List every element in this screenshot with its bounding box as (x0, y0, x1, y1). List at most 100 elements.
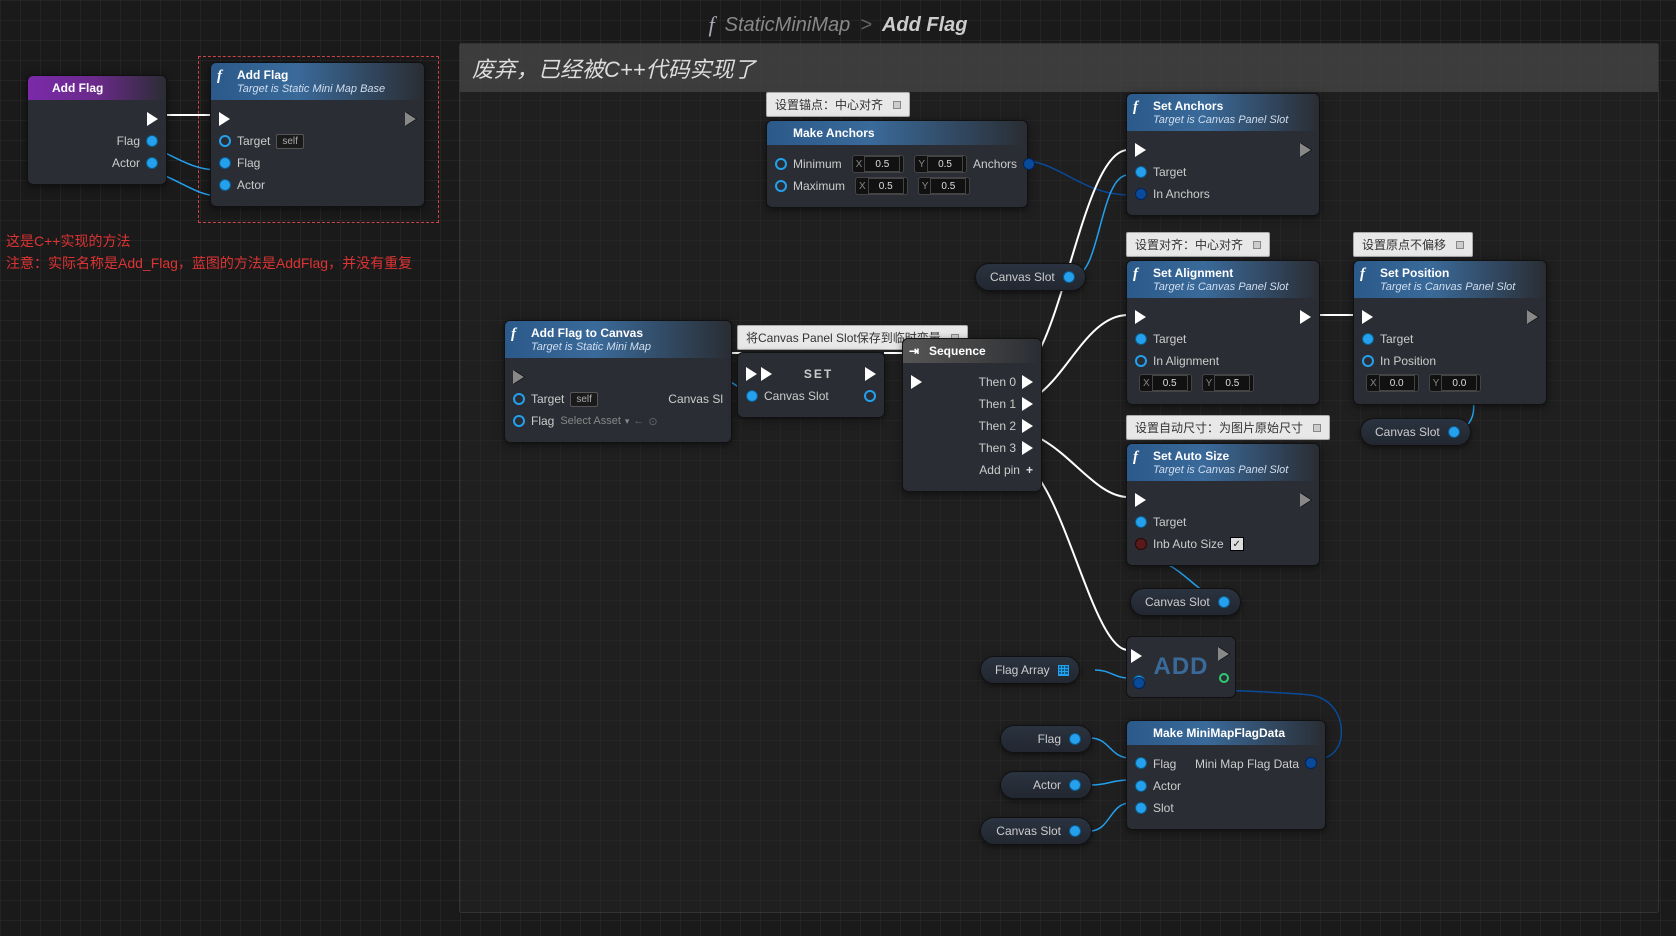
exec-out[interactable] (1527, 310, 1538, 324)
pin-target[interactable]: Target (1135, 163, 1311, 181)
pin-flag[interactable]: Flag (219, 154, 416, 172)
var-flag[interactable]: Flag (1000, 725, 1092, 753)
exec-in[interactable] (1362, 310, 1373, 324)
pin-actor[interactable]: Actor (36, 154, 158, 172)
pin-out[interactable]: Mini Map Flag Data (1195, 757, 1317, 771)
pin-then3[interactable]: Then 3 (911, 439, 1033, 457)
input-min-x[interactable] (864, 156, 900, 172)
annotation-line2: 注意：实际名称是Add_Flag，蓝图的方法是AddFlag，并没有重复 (6, 252, 412, 274)
pin-then2[interactable]: Then 2 (911, 417, 1033, 435)
pin-in-alignment[interactable]: In Alignment (1135, 352, 1311, 370)
node-add-flag-to-canvas[interactable]: f Add Flag to Canvas Target is Static Mi… (504, 320, 732, 443)
reset-icon[interactable]: ← (633, 415, 644, 427)
tooltip-alignment: 设置对齐：中心对齐 (1126, 232, 1270, 257)
chevron-icon: > (860, 14, 872, 37)
node-title: Add Flag (28, 76, 166, 100)
pin-flag[interactable]: Flag (1135, 757, 1176, 771)
node-set-autosize[interactable]: f Set Auto Size Target is Canvas Panel S… (1126, 443, 1320, 566)
function-icon: f (1133, 449, 1138, 466)
tooltip-position: 设置原点不偏移 (1353, 232, 1473, 257)
input-align-x[interactable] (1152, 375, 1188, 391)
pin-in-anchors[interactable]: In Anchors (1135, 185, 1311, 203)
input-align-y[interactable] (1214, 375, 1250, 391)
exec-in[interactable] (1135, 493, 1146, 507)
pin-slot[interactable]: Slot (1135, 799, 1317, 817)
sequence-icon: ⇥ (909, 344, 919, 358)
pin-target[interactable]: Target (1135, 513, 1311, 531)
exec-in-2[interactable] (761, 367, 772, 381)
pin-target[interactable]: Target (1362, 330, 1538, 348)
exec-in[interactable] (513, 370, 524, 384)
breadcrumb: f StaticMiniMap > Add Flag (709, 12, 968, 38)
tooltip-autosize: 设置自动尺寸：为图片原始尺寸 (1126, 415, 1330, 440)
node-array-add[interactable]: ADD (1126, 636, 1236, 698)
node-function-entry[interactable]: Add Flag Flag Actor (27, 75, 167, 185)
pin-flag[interactable]: Flag Select Asset▾ ← ⊙ (513, 412, 723, 430)
node-add-flag-call[interactable]: f Add Flag Target is Static Mini Map Bas… (210, 62, 425, 207)
exec-out[interactable] (865, 367, 876, 381)
var-canvas-slot-4[interactable]: Canvas Slot (980, 817, 1092, 845)
pin-canvas-slot-in[interactable]: Canvas Slot (746, 389, 829, 403)
pin-actor[interactable]: Actor (219, 176, 416, 194)
annotation-text: 这是C++实现的方法 注意：实际名称是Add_Flag，蓝图的方法是AddFla… (6, 230, 412, 275)
pin-flag[interactable]: Flag (36, 132, 158, 150)
browse-icon[interactable]: ⊙ (648, 415, 657, 428)
input-max-x[interactable] (868, 178, 904, 194)
pin-target[interactable]: Target self (513, 392, 598, 407)
exec-in[interactable] (746, 367, 757, 381)
exec-out[interactable] (1218, 647, 1229, 661)
pin-target[interactable]: Target self (219, 132, 416, 150)
exec-out[interactable] (1300, 493, 1311, 507)
exec-in[interactable] (219, 112, 230, 126)
pin-maximum[interactable]: Maximum X Y (775, 177, 1019, 195)
pin-then1[interactable]: Then 1 (911, 395, 1033, 413)
breadcrumb-current: Add Flag (882, 14, 968, 37)
var-actor[interactable]: Actor (1000, 771, 1092, 799)
pin-index-out[interactable] (1219, 673, 1229, 683)
pin-then0[interactable]: Then 0 (979, 375, 1033, 389)
node-title: Make Anchors (767, 121, 1027, 145)
select-asset-dropdown[interactable]: Select Asset▾ ← ⊙ (560, 415, 657, 428)
node-sequence[interactable]: ⇥ Sequence Then 0 Then 1 Then 2 Then 3 A… (902, 338, 1042, 492)
exec-out[interactable] (1300, 310, 1311, 324)
node-title: f Add Flag Target is Static Mini Map Bas… (211, 63, 424, 100)
exec-out[interactable] (36, 110, 158, 128)
array-icon (1058, 665, 1069, 676)
pin-canvas-slot-out[interactable]: Canvas Sl (668, 392, 723, 406)
pin-anchors-out[interactable] (1023, 158, 1035, 170)
exec-in[interactable] (1131, 649, 1142, 663)
add-pin-button[interactable]: Add pin+ (911, 461, 1033, 479)
node-set-anchors[interactable]: f Set Anchors Target is Canvas Panel Slo… (1126, 93, 1320, 216)
comment-title[interactable]: 废弃，已经被C++代码实现了 (460, 44, 1658, 92)
pin-target[interactable]: Target (1135, 330, 1311, 348)
breadcrumb-parent[interactable]: StaticMiniMap (725, 14, 851, 37)
var-canvas-slot-3[interactable]: Canvas Slot (1360, 418, 1471, 446)
exec-in[interactable] (1135, 310, 1146, 324)
pin-value-out[interactable] (864, 390, 876, 402)
var-canvas-slot-2[interactable]: Canvas Slot (1130, 588, 1241, 616)
pin-item-in[interactable] (1133, 677, 1145, 689)
pin-inb-autosize[interactable]: Inb Auto Size ✓ (1135, 535, 1311, 553)
pin-actor[interactable]: Actor (1135, 777, 1317, 795)
input-max-y[interactable] (930, 178, 966, 194)
node-set-position[interactable]: f Set Position Target is Canvas Panel Sl… (1353, 260, 1547, 405)
input-pos-x[interactable] (1379, 375, 1415, 391)
input-min-y[interactable] (927, 156, 963, 172)
node-make-anchors[interactable]: Make Anchors Minimum X Y Anchors Maximum… (766, 120, 1028, 208)
checkbox-autosize[interactable]: ✓ (1230, 537, 1244, 551)
exec-out[interactable] (405, 112, 416, 126)
node-set[interactable]: SET Canvas Slot (737, 352, 885, 418)
node-make-flag-data[interactable]: Make MiniMapFlagData Flag Mini Map Flag … (1126, 720, 1326, 830)
var-canvas-slot-1[interactable]: Canvas Slot (975, 263, 1086, 291)
input-pos-y[interactable] (1441, 375, 1477, 391)
var-flag-array[interactable]: Flag Array (980, 656, 1080, 684)
exec-in[interactable] (1135, 143, 1146, 157)
node-set-alignment[interactable]: f Set Alignment Target is Canvas Panel S… (1126, 260, 1320, 405)
function-icon: f (511, 326, 516, 343)
function-icon: f (1133, 266, 1138, 283)
exec-in[interactable] (911, 375, 922, 389)
function-icon: f (1133, 99, 1138, 116)
exec-out[interactable] (1300, 143, 1311, 157)
pin-in-position[interactable]: In Position (1362, 352, 1538, 370)
pin-minimum[interactable] (775, 158, 787, 170)
